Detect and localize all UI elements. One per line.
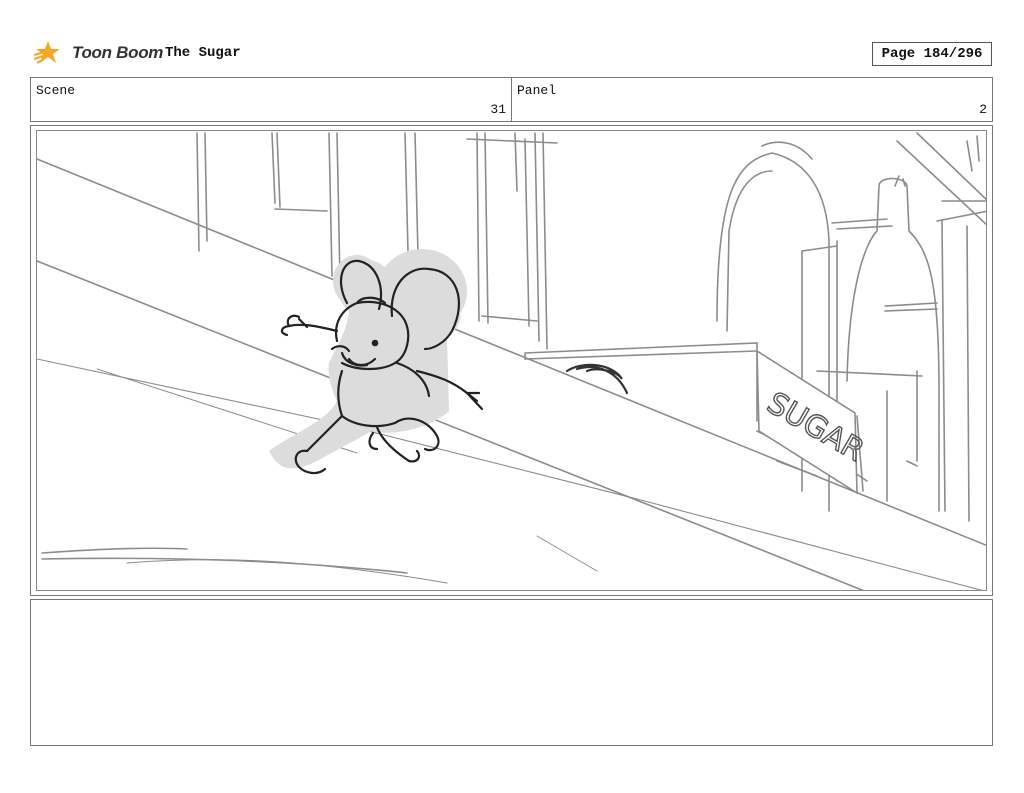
mouse-character — [269, 249, 484, 475]
panel-notes-area — [30, 599, 993, 746]
floor-stroke — [41, 547, 188, 554]
scene-number: 31 — [490, 102, 506, 117]
shelf-top-edge — [37, 158, 986, 547]
panel-number: 2 — [979, 102, 987, 117]
storyboard-panel-image: SUGAR — [36, 130, 987, 591]
panel-label: Panel — [517, 83, 557, 98]
scene-label: Scene — [36, 83, 76, 98]
scene-cell: Scene 31 — [31, 78, 511, 121]
sketch-drawing: SUGAR — [37, 132, 986, 590]
shelf-scratch-2 — [536, 535, 598, 572]
floor-stroke-2 — [41, 557, 408, 574]
panel-cell: Panel 2 — [511, 78, 992, 121]
logo-text: Toon Boom — [72, 43, 164, 62]
toon-boom-logo: Toon Boom — [34, 38, 163, 68]
toon-boom-star-icon — [34, 41, 60, 64]
page-indicator: Page 184/296 — [872, 42, 992, 66]
scene-panel-info: Scene 31 Panel 2 — [30, 77, 993, 122]
storyboard-panel-frame: SUGAR — [30, 125, 993, 596]
project-title: The Sugar — [165, 45, 241, 61]
pillar — [196, 132, 200, 252]
